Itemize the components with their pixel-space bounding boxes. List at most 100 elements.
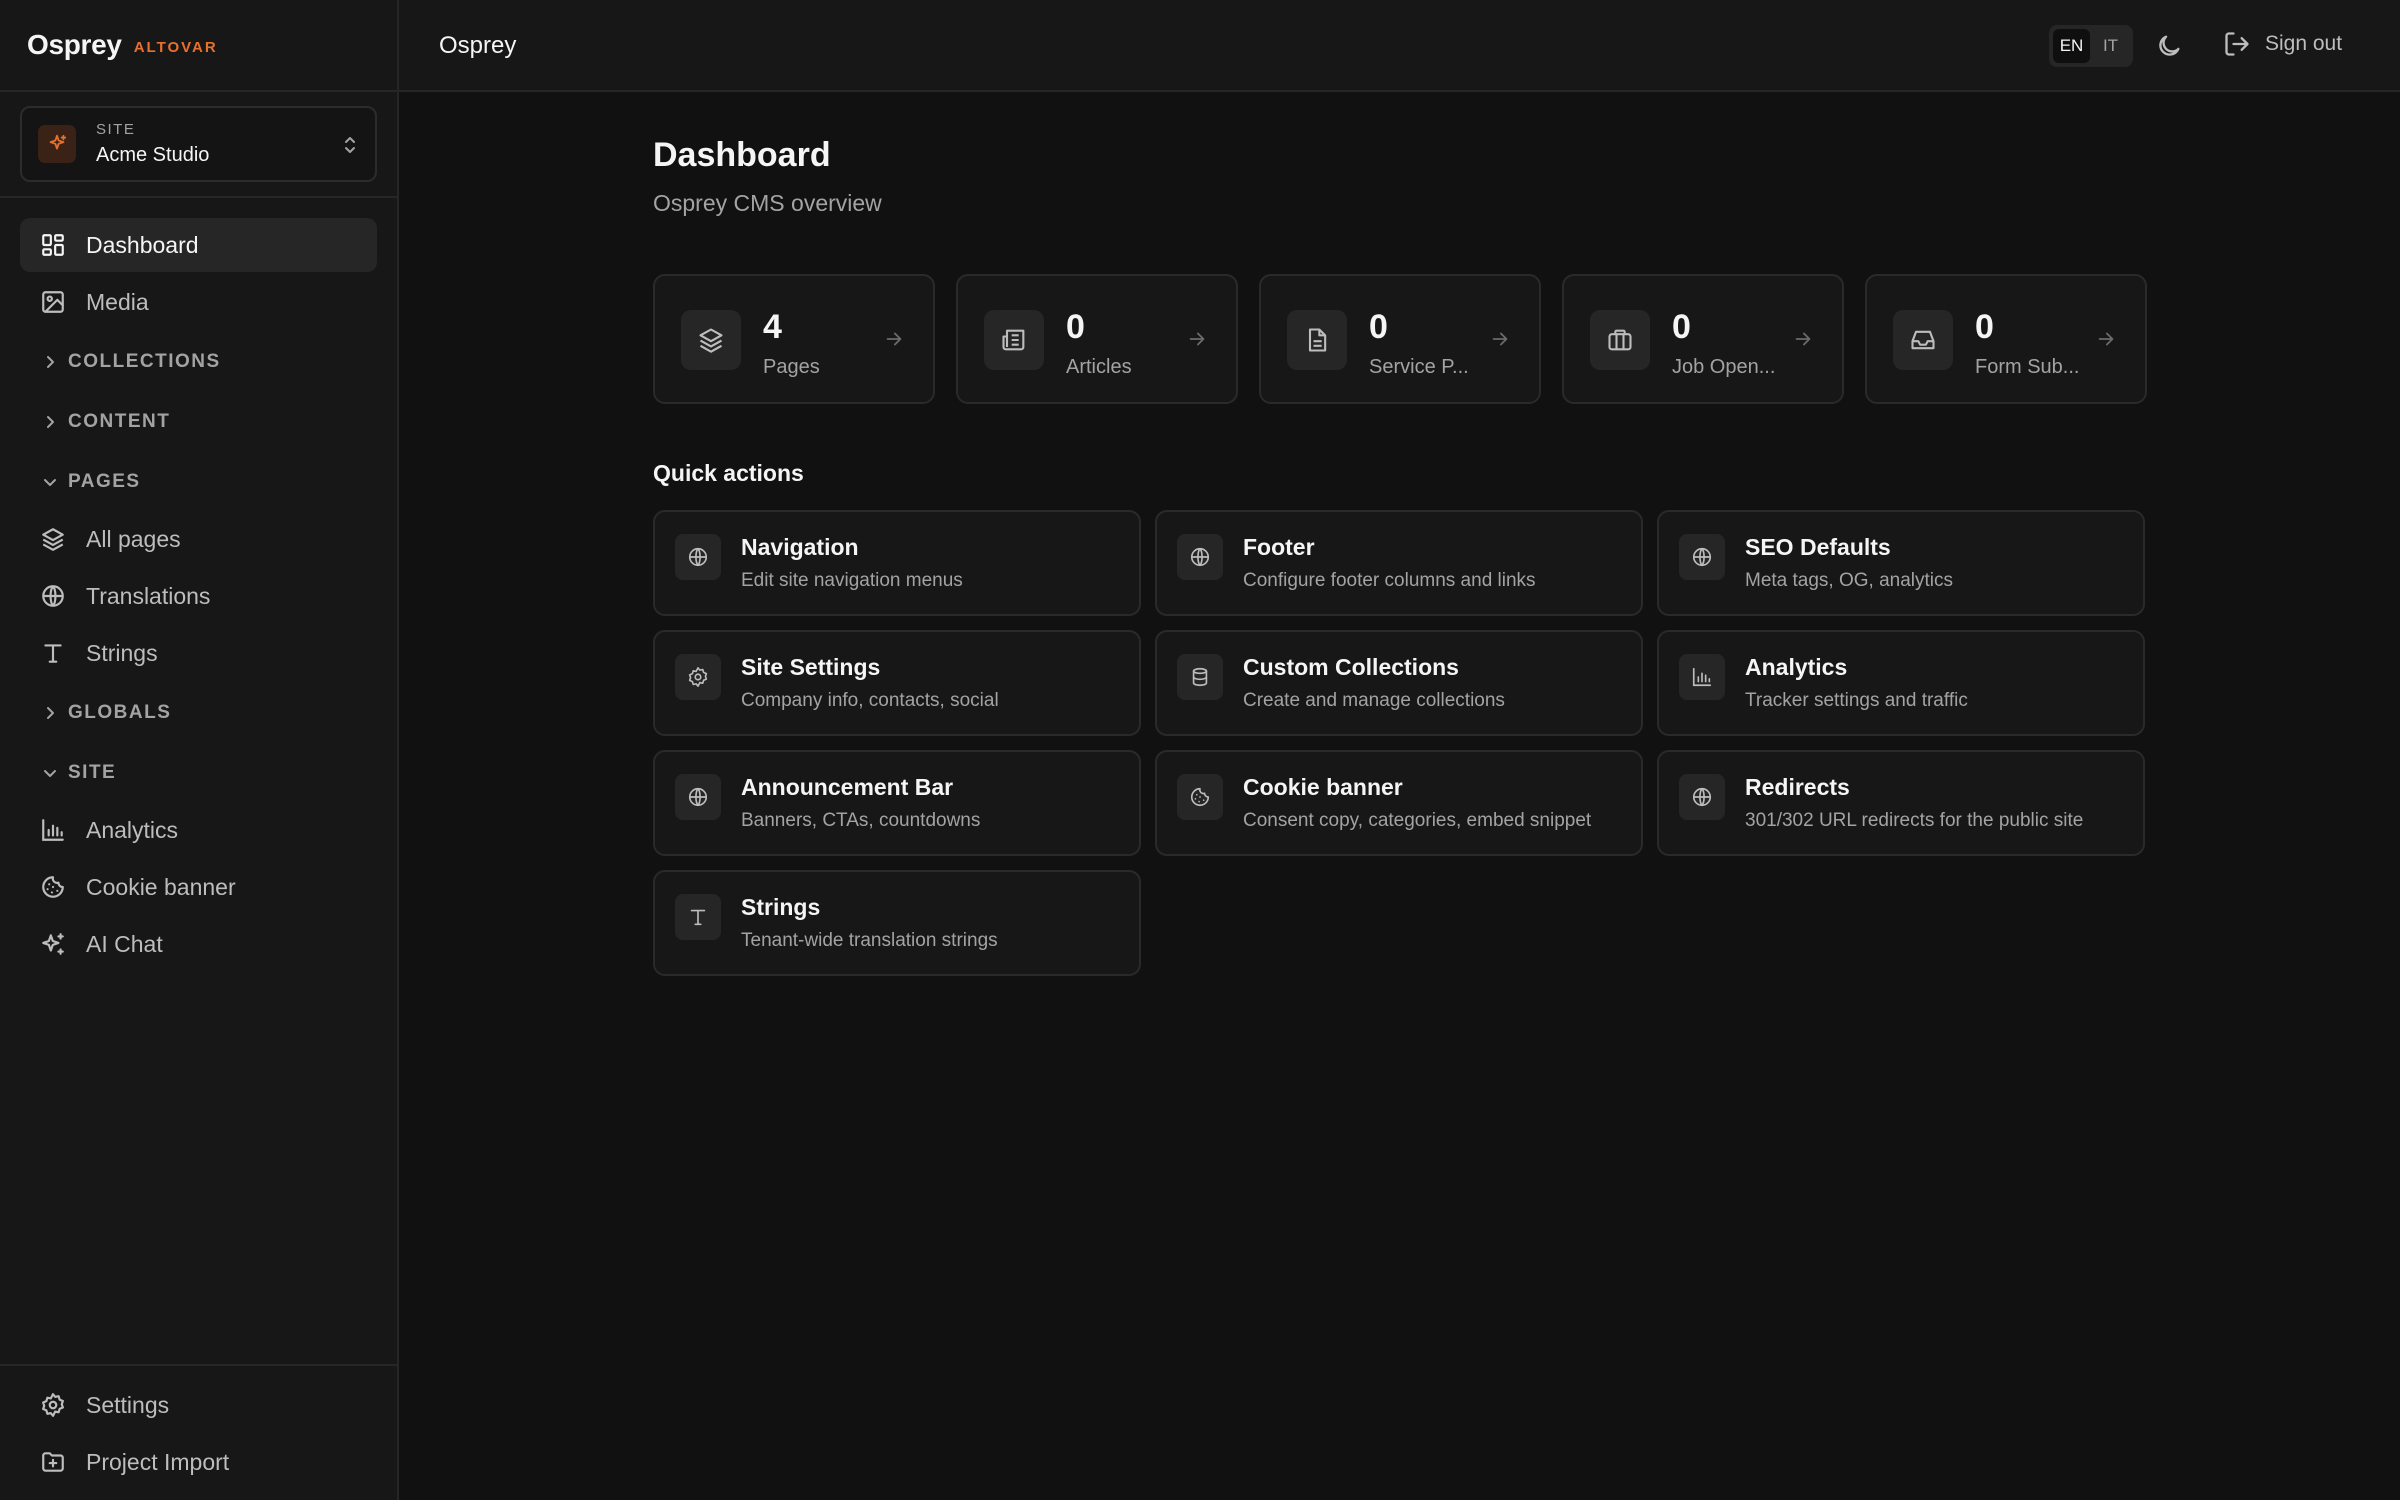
group-site[interactable]: SITE <box>0 743 397 803</box>
lang-it-button[interactable]: IT <box>2092 29 2129 63</box>
gear-icon <box>675 654 721 700</box>
stat-value: 0 <box>1975 308 1994 346</box>
group-collections[interactable]: COLLECTIONS <box>0 332 397 392</box>
globe-icon <box>1177 534 1223 580</box>
stat-card-job-openings[interactable]: 0 Job Open... <box>1562 274 1844 404</box>
log-out-icon <box>2223 30 2251 58</box>
stats-row: 4 Pages 0 Articles 0 Service P... 0 Job … <box>653 274 2147 404</box>
stat-card-articles[interactable]: 0 Articles <box>956 274 1238 404</box>
globe-icon <box>675 774 721 820</box>
site-label: SITE <box>96 121 136 138</box>
chevron-right-icon <box>42 414 58 430</box>
sidebar-item-label: Project Import <box>86 1448 230 1475</box>
quick-action-custom-collections[interactable]: Custom Collections Create and manage col… <box>1155 630 1643 736</box>
group-label: GLOBALS <box>68 702 172 723</box>
quick-action-footer[interactable]: Footer Configure footer columns and link… <box>1155 510 1643 616</box>
quick-action-desc: Tenant-wide translation strings <box>741 930 998 951</box>
brand: Osprey ALTOVAR <box>0 0 397 92</box>
quick-action-seo-defaults[interactable]: SEO Defaults Meta tags, OG, analytics <box>1657 510 2145 616</box>
sidebar-item-cookie-banner[interactable]: Cookie banner <box>20 860 377 914</box>
globe-icon <box>1679 534 1725 580</box>
sidebar-item-dashboard[interactable]: Dashboard <box>20 218 377 272</box>
group-label: SITE <box>68 762 117 783</box>
sidebar-item-project-import[interactable]: Project Import <box>20 1435 377 1489</box>
stat-card-pages[interactable]: 4 Pages <box>653 274 935 404</box>
quick-action-desc: Configure footer columns and links <box>1243 570 1536 591</box>
sidebar-item-settings[interactable]: Settings <box>20 1378 377 1432</box>
sidebar-item-label: All pages <box>86 525 181 552</box>
site-name: Acme Studio <box>96 144 210 166</box>
topbar: Osprey EN IT Sign out <box>399 0 2400 92</box>
globe-icon <box>1679 774 1725 820</box>
layers-icon <box>40 526 66 552</box>
site-area: SITE Acme Studio <box>0 92 397 198</box>
quick-action-strings[interactable]: Strings Tenant-wide translation strings <box>653 870 1141 976</box>
quick-action-announcement-bar[interactable]: Announcement Bar Banners, CTAs, countdow… <box>653 750 1141 856</box>
inbox-icon <box>1893 310 1953 370</box>
quick-action-name: Strings <box>741 894 821 920</box>
group-label: COLLECTIONS <box>68 351 221 372</box>
group-globals[interactable]: GLOBALS <box>0 683 397 743</box>
sidebar-item-translations[interactable]: Translations <box>20 569 377 623</box>
stat-card-service-pages[interactable]: 0 Service P... <box>1259 274 1541 404</box>
quick-action-navigation[interactable]: Navigation Edit site navigation menus <box>653 510 1141 616</box>
quick-action-desc: Create and manage collections <box>1243 690 1505 711</box>
globe-icon <box>675 534 721 580</box>
quick-action-name: SEO Defaults <box>1745 534 1891 560</box>
sidebar-item-all-pages[interactable]: All pages <box>20 512 377 566</box>
language-toggle: EN IT <box>2049 25 2133 67</box>
sidebar-item-analytics[interactable]: Analytics <box>20 803 377 857</box>
type-icon <box>40 640 66 666</box>
quick-action-desc: Banners, CTAs, countdowns <box>741 810 981 831</box>
arrow-right-icon <box>1489 328 1511 350</box>
quick-action-name: Site Settings <box>741 654 881 680</box>
chevron-right-icon <box>42 705 58 721</box>
quick-action-site-settings[interactable]: Site Settings Company info, contacts, so… <box>653 630 1141 736</box>
quick-action-name: Cookie banner <box>1243 774 1403 800</box>
database-icon <box>1177 654 1223 700</box>
arrow-right-icon <box>1792 328 1814 350</box>
group-pages[interactable]: PAGES <box>0 452 397 512</box>
sparkles-icon <box>40 931 66 957</box>
sidebar-item-strings[interactable]: Strings <box>20 626 377 680</box>
quick-action-analytics[interactable]: Analytics Tracker settings and traffic <box>1657 630 2145 736</box>
stat-value: 4 <box>763 308 782 346</box>
chevron-down-icon <box>42 474 58 490</box>
file-text-icon <box>1287 310 1347 370</box>
layout-dashboard-icon <box>40 232 66 258</box>
stat-card-form-submissions[interactable]: 0 Form Sub... <box>1865 274 2147 404</box>
sidebar-item-label: Settings <box>86 1391 170 1418</box>
arrow-right-icon <box>1186 328 1208 350</box>
chevron-down-icon <box>42 765 58 781</box>
group-label: CONTENT <box>68 411 171 432</box>
group-content[interactable]: CONTENT <box>0 392 397 452</box>
quick-action-desc: Tracker settings and traffic <box>1745 690 1968 711</box>
quick-action-name: Announcement Bar <box>741 774 954 800</box>
sign-out-label: Sign out <box>2265 32 2343 55</box>
sidebar-bottom: Settings Project Import <box>0 1364 397 1500</box>
sidebar-item-label: AI Chat <box>86 930 163 957</box>
moon-icon[interactable] <box>2155 32 2183 60</box>
sidebar-item-label: Media <box>86 288 149 315</box>
quick-action-name: Footer <box>1243 534 1315 560</box>
page-subtitle: Osprey CMS overview <box>653 190 882 216</box>
folder-plus-icon <box>40 1449 66 1475</box>
page-title: Dashboard <box>653 136 831 174</box>
quick-action-desc: Meta tags, OG, analytics <box>1745 570 1954 591</box>
lang-en-button[interactable]: EN <box>2053 29 2090 63</box>
quick-action-desc: Edit site navigation menus <box>741 570 963 591</box>
quick-action-redirects[interactable]: Redirects 301/302 URL redirects for the … <box>1657 750 2145 856</box>
sidebar: Osprey ALTOVAR SITE Acme Studio Dashboar… <box>0 0 399 1500</box>
group-label: PAGES <box>68 471 141 492</box>
sidebar-item-ai-chat[interactable]: AI Chat <box>20 917 377 971</box>
site-switcher[interactable]: SITE Acme Studio <box>20 106 377 182</box>
sign-out-button[interactable]: Sign out <box>2223 30 2342 58</box>
sidebar-item-media[interactable]: Media <box>20 275 377 329</box>
app-tag: ALTOVAR <box>133 38 218 56</box>
stat-label: Service P... <box>1369 356 1469 378</box>
quick-action-cookie-banner[interactable]: Cookie banner Consent copy, categories, … <box>1155 750 1643 856</box>
quick-action-desc: Consent copy, categories, embed snippet <box>1243 810 1592 831</box>
sparkles-icon <box>38 125 76 163</box>
stat-label: Job Open... <box>1672 356 1776 378</box>
sidebar-item-label: Dashboard <box>86 231 199 258</box>
